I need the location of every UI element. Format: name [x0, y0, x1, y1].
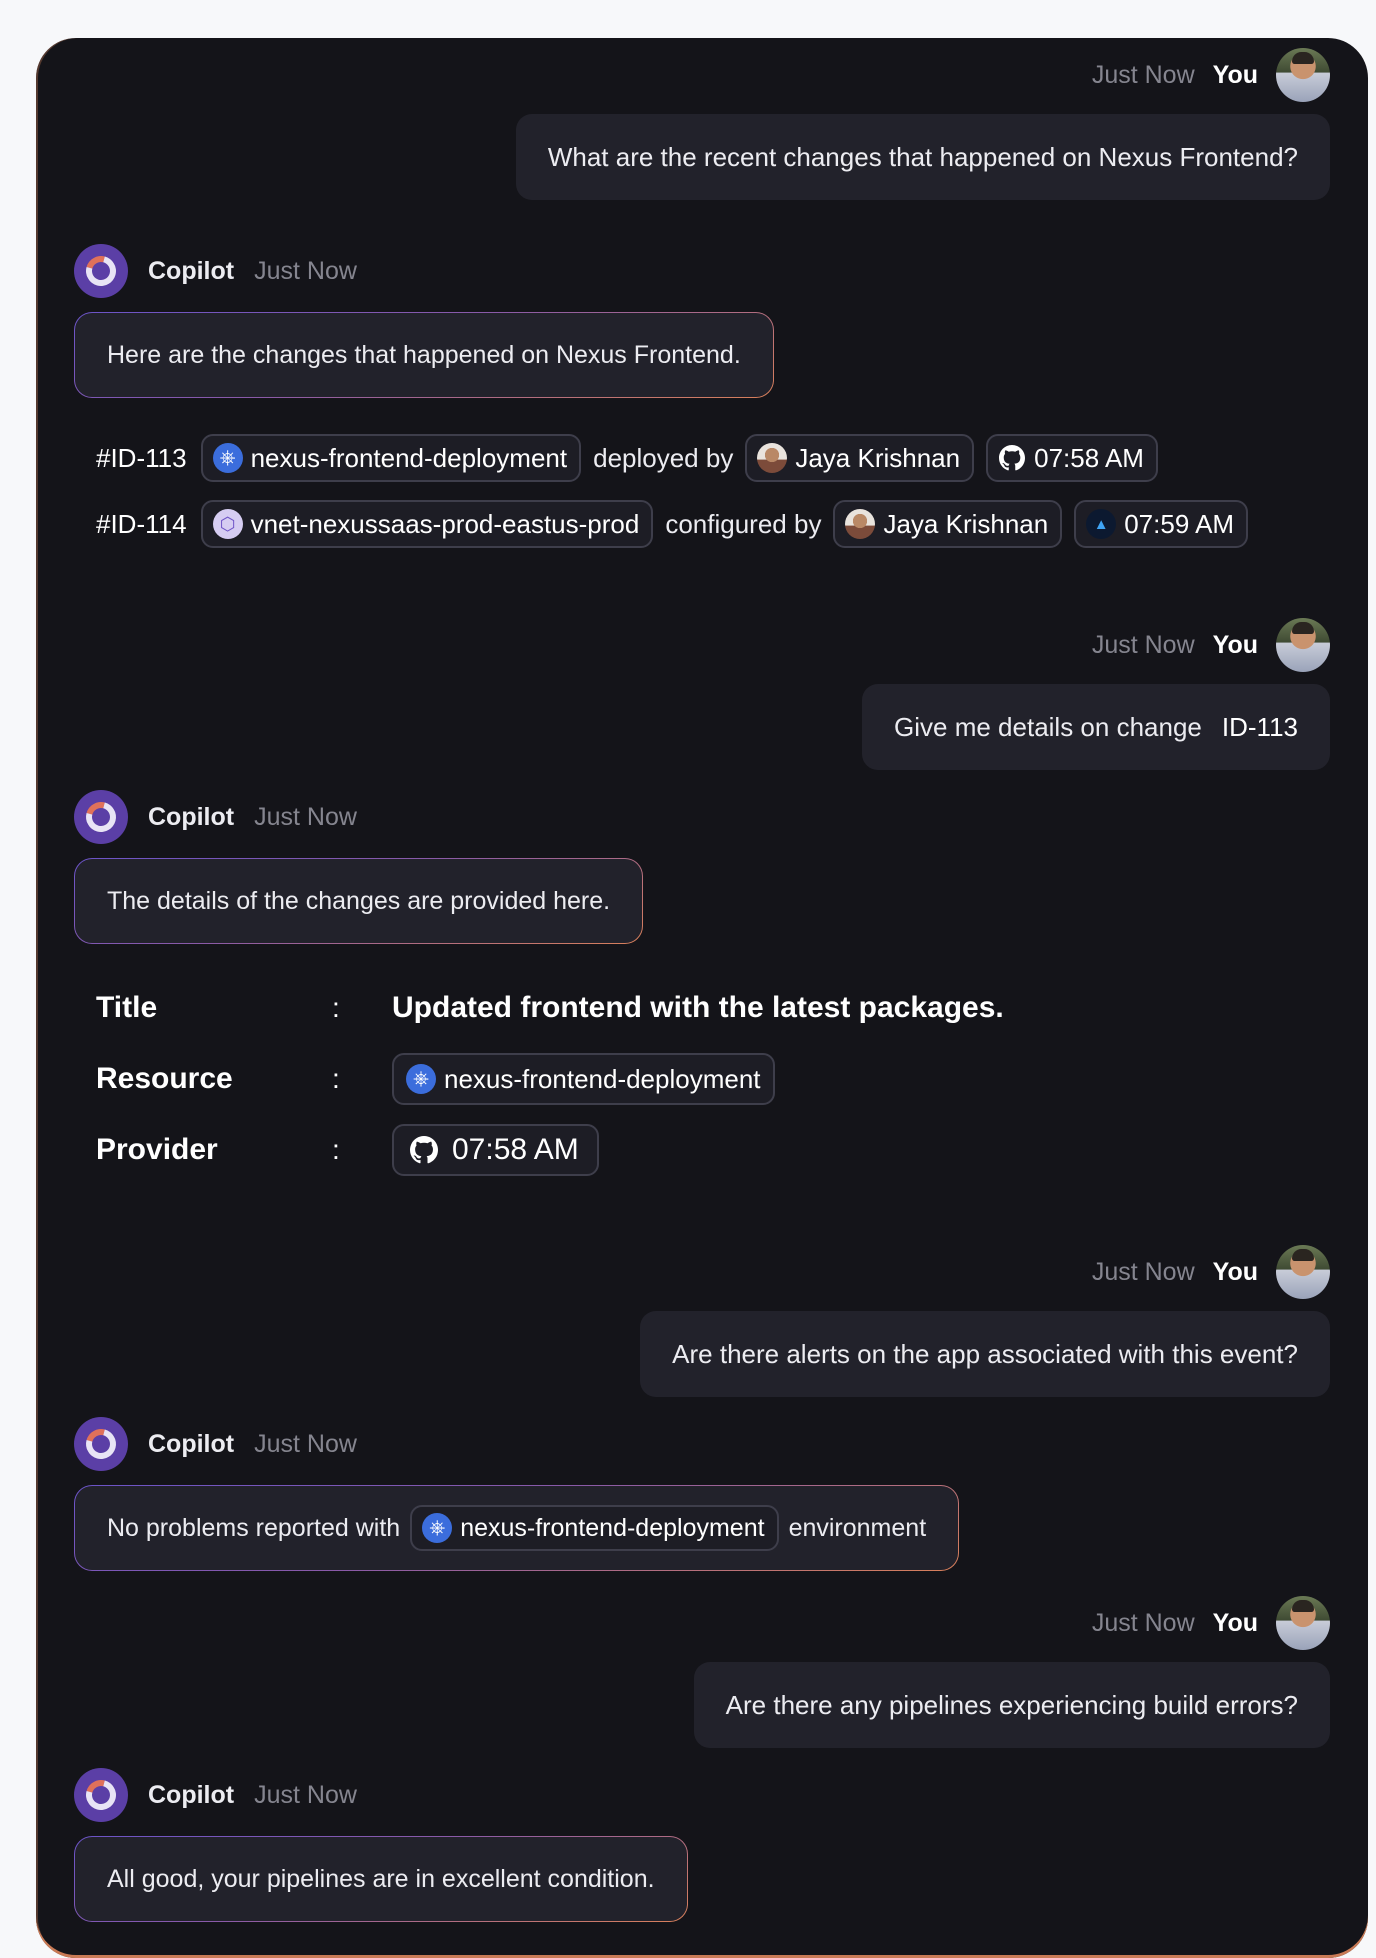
message-text: Are there alerts on the app associated w… [672, 1338, 1298, 1369]
github-icon [410, 1136, 438, 1164]
detail-row-title: Title : Updated frontend with the latest… [96, 982, 1004, 1034]
resource-name: nexus-frontend-deployment [444, 1063, 761, 1094]
change-time: 07:58 AM [1034, 442, 1144, 473]
user-avatar [1276, 618, 1330, 672]
resource-name: vnet-nexussaas-prod-eastus-prod [250, 508, 640, 539]
change-action: configured by [665, 508, 822, 539]
change-row: #ID-113 ⎈ nexus-frontend-deployment depl… [96, 433, 1158, 483]
sender-name: You [1212, 1608, 1258, 1637]
message-time: Just Now [1091, 1257, 1195, 1286]
resource-pill[interactable]: ⎈ nexus-frontend-deployment [200, 434, 582, 482]
user-message-bubble: What are the recent changes that happene… [515, 114, 1330, 200]
copilot-message-header: Copilot Just Now [74, 244, 357, 298]
person-avatar [757, 443, 788, 473]
detail-colon: : [332, 992, 340, 1023]
sender-name: Copilot [148, 802, 235, 831]
user-avatar [1276, 48, 1330, 102]
message-time: Just Now [254, 256, 357, 285]
resource-pill[interactable]: ⬡ vnet-nexussaas-prod-eastus-prod [200, 500, 654, 548]
change-id[interactable]: #ID-113 [96, 443, 187, 474]
copilot-message-header: Copilot Just Now [74, 790, 357, 844]
detail-label: Provider [96, 1133, 218, 1166]
vnet-icon: ⬡ [212, 509, 243, 539]
kubernetes-icon: ⎈ [212, 443, 243, 473]
provider-time-pill[interactable]: 07:58 AM [392, 1124, 599, 1176]
copilot-avatar [74, 1768, 128, 1822]
azure-icon: ▲ [1086, 509, 1117, 539]
message-time: Just Now [254, 802, 357, 831]
sender-name: Copilot [148, 256, 235, 285]
github-icon [998, 444, 1026, 472]
message-time: Just Now [1091, 630, 1195, 659]
detail-colon: : [332, 1134, 340, 1165]
copilot-message-header: Copilot Just Now [74, 1768, 357, 1822]
sender-name: Copilot [148, 1429, 235, 1458]
copilot-avatar [74, 1417, 128, 1471]
message-text: The details of the changes are provided … [107, 886, 611, 915]
person-name: Jaya Krishnan [795, 442, 961, 473]
sender-name: You [1212, 1257, 1258, 1286]
chat-panel: Just Now You What are the recent changes… [36, 38, 1368, 1958]
change-action: deployed by [593, 442, 734, 473]
kubernetes-icon: ⎈ [406, 1064, 436, 1094]
message-text: No problems reported with [107, 1513, 401, 1542]
message-text: Give me details on change [894, 711, 1202, 742]
copilot-message-bubble: All good, your pipelines are in excellen… [74, 1836, 688, 1922]
provider-time-pill[interactable]: 07:58 AM [986, 434, 1158, 482]
message-time: Just Now [254, 1429, 357, 1458]
provider-time: 07:58 AM [452, 1133, 579, 1166]
user-avatar [1276, 1596, 1330, 1650]
person-pill[interactable]: Jaya Krishnan [833, 500, 1063, 548]
user-message-header: Just Now You [1092, 1596, 1330, 1650]
change-time: 07:59 AM [1124, 508, 1235, 539]
copilot-message-bubble: The details of the changes are provided … [74, 858, 643, 944]
message-text: Are there any pipelines experiencing bui… [725, 1689, 1298, 1720]
copilot-message-header: Copilot Just Now [74, 1417, 357, 1471]
message-time: Just Now [254, 1780, 357, 1809]
message-text: environment [788, 1513, 927, 1542]
sender-name: You [1212, 60, 1258, 89]
change-row: #ID-114 ⬡ vnet-nexussaas-prod-eastus-pro… [96, 499, 1249, 549]
user-message-header: Just Now You [1092, 1245, 1330, 1299]
person-pill[interactable]: Jaya Krishnan [745, 434, 975, 482]
copilot-logo-icon [80, 796, 122, 838]
change-id-tag[interactable]: ID-113 [1222, 712, 1298, 743]
user-message-bubble: Are there alerts on the app associated w… [640, 1311, 1330, 1397]
copilot-logo-icon [80, 250, 122, 292]
person-name: Jaya Krishnan [883, 508, 1049, 539]
kubernetes-icon: ⎈ [422, 1513, 453, 1543]
detail-row-resource: Resource : ⎈ nexus-frontend-deployment [96, 1053, 775, 1105]
copilot-logo-icon [80, 1423, 122, 1465]
resource-name: nexus-frontend-deployment [460, 1513, 765, 1542]
copilot-logo-icon [80, 1774, 122, 1816]
message-time: Just Now [1091, 60, 1195, 89]
user-avatar [1276, 1245, 1330, 1299]
resource-pill[interactable]: ⎈ nexus-frontend-deployment [392, 1053, 775, 1105]
sender-name: Copilot [148, 1780, 235, 1809]
message-text: Here are the changes that happened on Ne… [107, 340, 741, 369]
copilot-message-bubble: Here are the changes that happened on Ne… [74, 312, 774, 398]
resource-name: nexus-frontend-deployment [250, 442, 568, 473]
user-message-header: Just Now You [1092, 48, 1330, 102]
detail-label: Resource [96, 1062, 233, 1095]
message-text: All good, your pipelines are in excellen… [107, 1864, 655, 1893]
message-time: Just Now [1091, 1608, 1195, 1637]
sender-name: You [1212, 630, 1258, 659]
detail-label: Title [96, 991, 158, 1024]
copilot-avatar [74, 244, 128, 298]
user-message-header: Just Now You [1092, 618, 1330, 672]
person-avatar [845, 509, 876, 539]
resource-pill[interactable]: ⎈ nexus-frontend-deployment [410, 1505, 779, 1551]
copilot-avatar [74, 790, 128, 844]
provider-time-pill[interactable]: ▲ 07:59 AM [1074, 500, 1249, 548]
user-message-bubble: Give me details on change ID-113 [862, 684, 1330, 770]
detail-title-value: Updated frontend with the latest package… [392, 991, 1004, 1024]
change-id[interactable]: #ID-114 [96, 509, 187, 540]
copilot-message-bubble: No problems reported with ⎈ nexus-fronte… [74, 1485, 959, 1571]
detail-row-provider: Provider : 07:58 AM [96, 1124, 599, 1176]
detail-colon: : [332, 1063, 340, 1094]
user-message-bubble: Are there any pipelines experiencing bui… [693, 1662, 1330, 1748]
message-text: What are the recent changes that happene… [547, 141, 1298, 172]
